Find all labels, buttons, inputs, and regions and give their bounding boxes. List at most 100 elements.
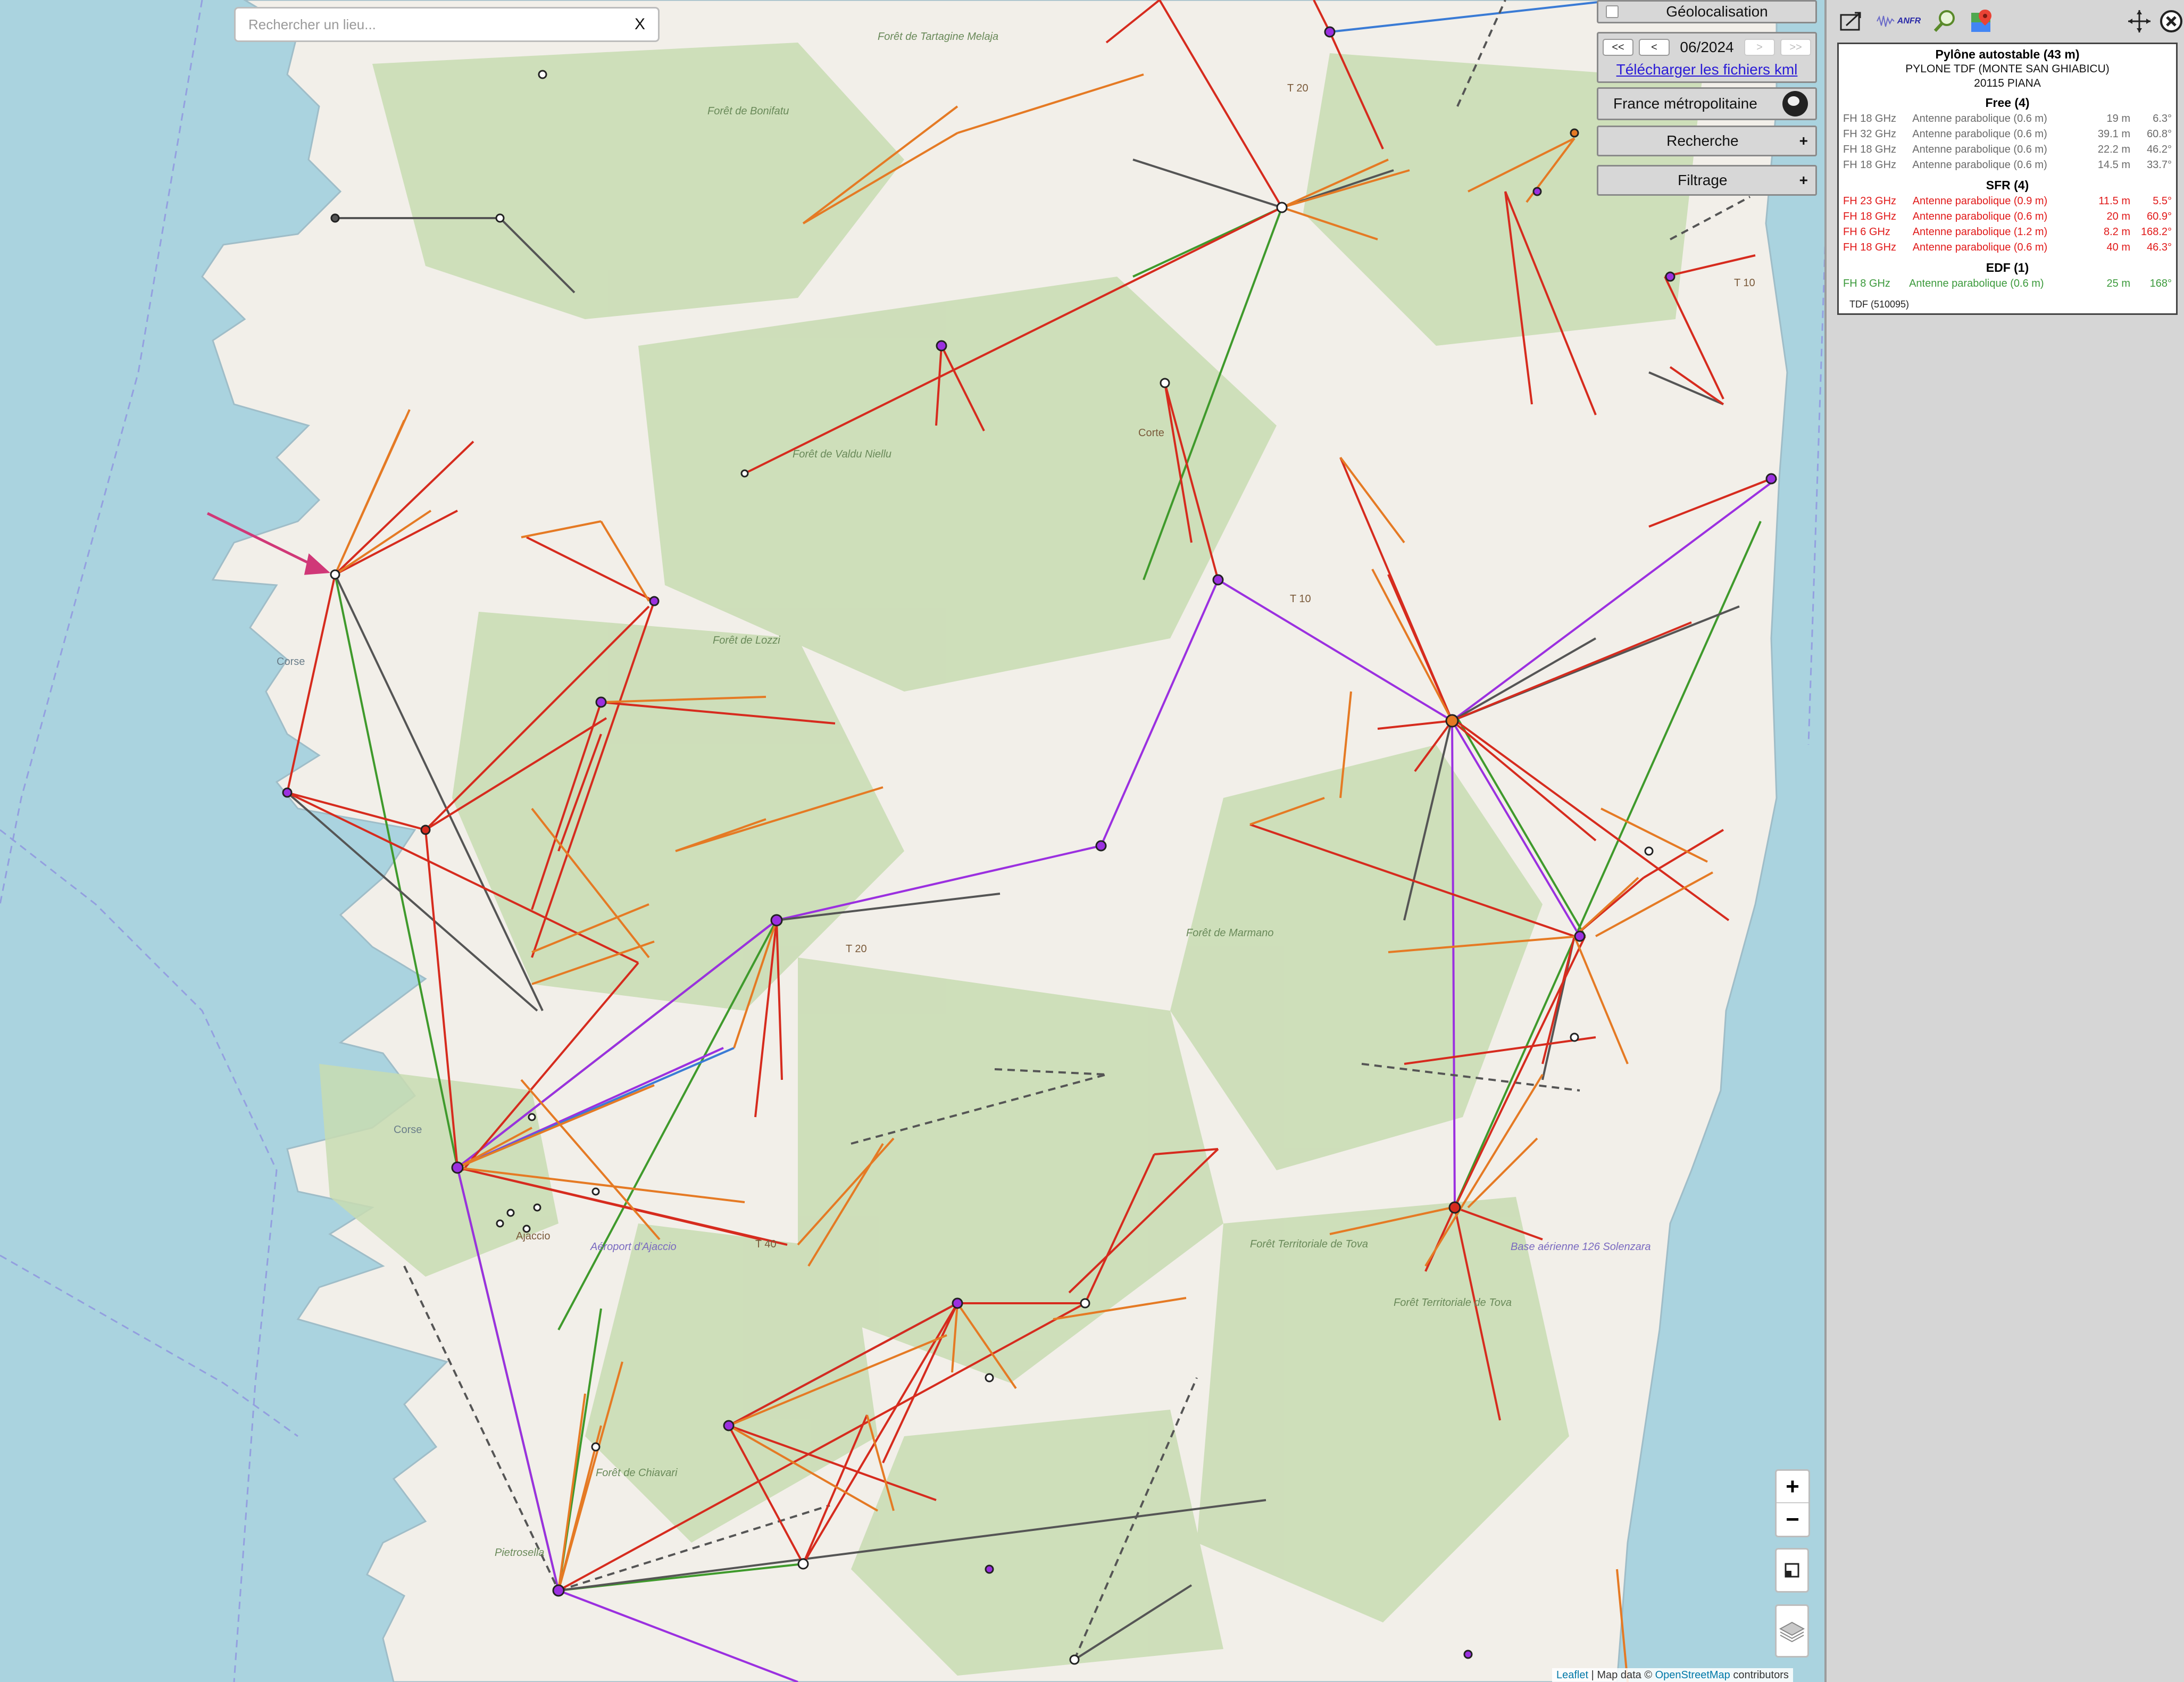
export-button[interactable] bbox=[1836, 7, 1867, 35]
antenna-table: FH 8 GHz Antenne parabolique (0.6 m) 25 m 1… bbox=[1843, 276, 2172, 292]
clear-search-button[interactable]: X bbox=[635, 15, 645, 34]
road-label: T 10 bbox=[1734, 277, 1755, 289]
height-cell: 25 m bbox=[2106, 278, 2130, 289]
geolocation-toggle[interactable]: Géolocalisation bbox=[1597, 0, 1817, 23]
azimuth-cell: 168° bbox=[2149, 278, 2172, 289]
osm-link[interactable]: OpenStreetMap bbox=[1655, 1669, 1730, 1681]
region-selector[interactable]: France métropolitaine bbox=[1597, 87, 1817, 120]
zoom-search-icon bbox=[1933, 10, 1955, 32]
antenna-row: FH 23 GHz Antenne parabolique (0.9 m) 11.5… bbox=[1843, 194, 2172, 209]
map-label: Base aérienne 126 Solenzara bbox=[1511, 1241, 1651, 1253]
antenna-row: FH 18 GHz Antenne parabolique (0.6 m) 40 m… bbox=[1843, 240, 2172, 255]
first-period-button[interactable]: << bbox=[1603, 39, 1633, 56]
zoom-in-button[interactable]: + bbox=[1777, 1471, 1808, 1503]
antenna-table: FH 23 GHz Antenne parabolique (0.9 m) 11.5… bbox=[1843, 194, 2172, 255]
antenna-row: FH 18 GHz Antenne parabolique (0.6 m) 14.5… bbox=[1843, 157, 2172, 173]
filtrage-label: Filtrage bbox=[1678, 172, 1728, 188]
center-icon bbox=[2128, 10, 2150, 32]
operator-heading: EDF (1) bbox=[1986, 261, 2029, 274]
detail-panel: ANFR Pylône autostable (43 m) PYLONE TDF… bbox=[1824, 0, 2184, 1682]
site-info-card: Pylône autostable (43 m) PYLONE TDF (MON… bbox=[1837, 43, 2178, 315]
operator-heading: Free (4) bbox=[1985, 96, 2030, 110]
region-label: France métropolitaine bbox=[1613, 95, 1757, 112]
recherche-panel-toggle[interactable]: Recherche + bbox=[1597, 126, 1817, 156]
search-input[interactable] bbox=[248, 16, 635, 33]
azimuth-cell: 33.7° bbox=[2147, 159, 2172, 171]
period-selector: << < 06/2024 > >> Télécharger les fichie… bbox=[1597, 32, 1817, 83]
center-map-button[interactable] bbox=[2124, 7, 2154, 35]
next-period-button[interactable]: > bbox=[1744, 39, 1775, 56]
geolocation-label: Géolocalisation bbox=[1666, 3, 1768, 20]
attribution-suffix: contributors bbox=[1730, 1669, 1789, 1681]
antenna-row: FH 32 GHz Antenne parabolique (0.6 m) 39.1… bbox=[1843, 127, 2172, 142]
download-kml-link[interactable]: Télécharger les fichiers kml bbox=[1603, 61, 1811, 78]
frequency-cell: FH 32 GHz bbox=[1843, 128, 1897, 140]
site-title: Pylône autostable (43 m) bbox=[1935, 47, 2080, 61]
antenna-row: FH 18 GHz Antenne parabolique (0.6 m) 20 m… bbox=[1843, 209, 2172, 224]
height-cell: 14.5 m bbox=[2097, 159, 2130, 171]
leaflet-link[interactable]: Leaflet bbox=[1556, 1669, 1588, 1681]
antenna-cell: Antenne parabolique (0.6 m) bbox=[1912, 242, 2048, 253]
export-icon bbox=[1840, 12, 1861, 31]
map-label: Aéroport d'Ajaccio bbox=[590, 1241, 677, 1253]
map-label: Forêt de Lozzi bbox=[713, 635, 780, 646]
frequency-cell: FH 8 GHz bbox=[1843, 278, 1890, 289]
antenna-cell: Antenne parabolique (0.9 m) bbox=[1912, 195, 2048, 207]
zoom-control: + − bbox=[1775, 1469, 1810, 1537]
close-panel-button[interactable] bbox=[2158, 7, 2184, 35]
ruler-icon bbox=[1785, 1563, 1799, 1578]
frequency-cell: FH 6 GHz bbox=[1843, 226, 1890, 238]
map-attribution: Leaflet | Map data © OpenStreetMap contr… bbox=[1552, 1668, 1793, 1682]
azimuth-cell: 46.2° bbox=[2147, 144, 2172, 155]
road-label: T 10 bbox=[1290, 593, 1311, 605]
attribution-sep: | Map data © bbox=[1588, 1669, 1655, 1681]
road-label: T 20 bbox=[846, 943, 867, 955]
road-label: T 40 bbox=[755, 1238, 777, 1250]
last-period-button[interactable]: >> bbox=[1780, 39, 1811, 56]
antenna-row: FH 6 GHz Antenne parabolique (1.2 m) 8.2 m… bbox=[1843, 224, 2172, 240]
operator-heading: SFR (4) bbox=[1986, 178, 2029, 192]
filtrage-panel-toggle[interactable]: Filtrage + bbox=[1597, 165, 1817, 196]
road-label: Corse bbox=[394, 1124, 422, 1136]
antenna-row: FH 18 GHz Antenne parabolique (0.6 m) 22.2… bbox=[1843, 142, 2172, 157]
recherche-label: Recherche bbox=[1666, 132, 1739, 149]
expand-icon: + bbox=[1799, 172, 1808, 188]
antenna-cell: Antenne parabolique (0.6 m) bbox=[1912, 211, 2048, 222]
map-label: Forêt Territoriale de Tova bbox=[1250, 1238, 1368, 1250]
layers-button[interactable] bbox=[1775, 1604, 1809, 1658]
prev-period-button[interactable]: < bbox=[1639, 39, 1670, 56]
google-maps-button[interactable] bbox=[1967, 7, 1997, 35]
map-label: Forêt de Marmano bbox=[1186, 927, 1274, 939]
map-label: Forêt de Bonifatu bbox=[707, 105, 789, 117]
antenna-cell: Antenne parabolique (0.6 m) bbox=[1909, 278, 2044, 289]
frequency-cell: FH 23 GHz bbox=[1843, 195, 1897, 207]
height-cell: 40 m bbox=[2106, 242, 2130, 253]
search-box[interactable]: X bbox=[234, 7, 660, 42]
azimuth-cell: 5.5° bbox=[2153, 195, 2172, 207]
site-name: PYLONE TDF (MONTE SAN GHIABICU) bbox=[1905, 63, 2110, 75]
frequency-cell: FH 18 GHz bbox=[1843, 242, 1897, 253]
zoom-out-button[interactable]: − bbox=[1777, 1503, 1808, 1536]
height-cell: 11.5 m bbox=[2098, 195, 2130, 207]
road-label: Ajaccio bbox=[516, 1230, 550, 1242]
anfr-logo bbox=[1876, 15, 1895, 27]
frequency-cell: FH 18 GHz bbox=[1843, 159, 1897, 171]
road-label: T 20 bbox=[1287, 82, 1308, 94]
measure-tool-button[interactable] bbox=[1775, 1548, 1809, 1593]
close-icon bbox=[2160, 10, 2182, 32]
anfr-button[interactable]: ANFR bbox=[1875, 7, 1921, 35]
layers-icon bbox=[1779, 1621, 1805, 1643]
antenna-row: FH 18 GHz Antenne parabolique (0.6 m) 19 m… bbox=[1843, 111, 2172, 127]
map-view[interactable]: Forêt de Tartagine Melaja Forêt de Bonif… bbox=[0, 0, 1824, 1682]
operator-sections: Free (4) FH 18 GHz Antenne parabolique (0.… bbox=[1843, 96, 2172, 292]
azimuth-cell: 168.2° bbox=[2140, 226, 2172, 238]
map-label: Forêt de Valdu Niellu bbox=[793, 448, 891, 460]
azimuth-cell: 6.3° bbox=[2153, 113, 2172, 124]
zoom-search-button[interactable] bbox=[1930, 7, 1960, 35]
antenna-table: FH 18 GHz Antenne parabolique (0.6 m) 19 m… bbox=[1843, 111, 2172, 173]
frequency-cell: FH 18 GHz bbox=[1843, 144, 1897, 155]
road-label: Corte bbox=[1138, 427, 1164, 439]
map-canvas[interactable]: Forêt de Tartagine Melaja Forêt de Bonif… bbox=[0, 0, 1824, 1682]
map-label: Forêt Territoriale de Tova bbox=[1394, 1297, 1512, 1309]
geolocation-checkbox[interactable] bbox=[1606, 5, 1619, 18]
